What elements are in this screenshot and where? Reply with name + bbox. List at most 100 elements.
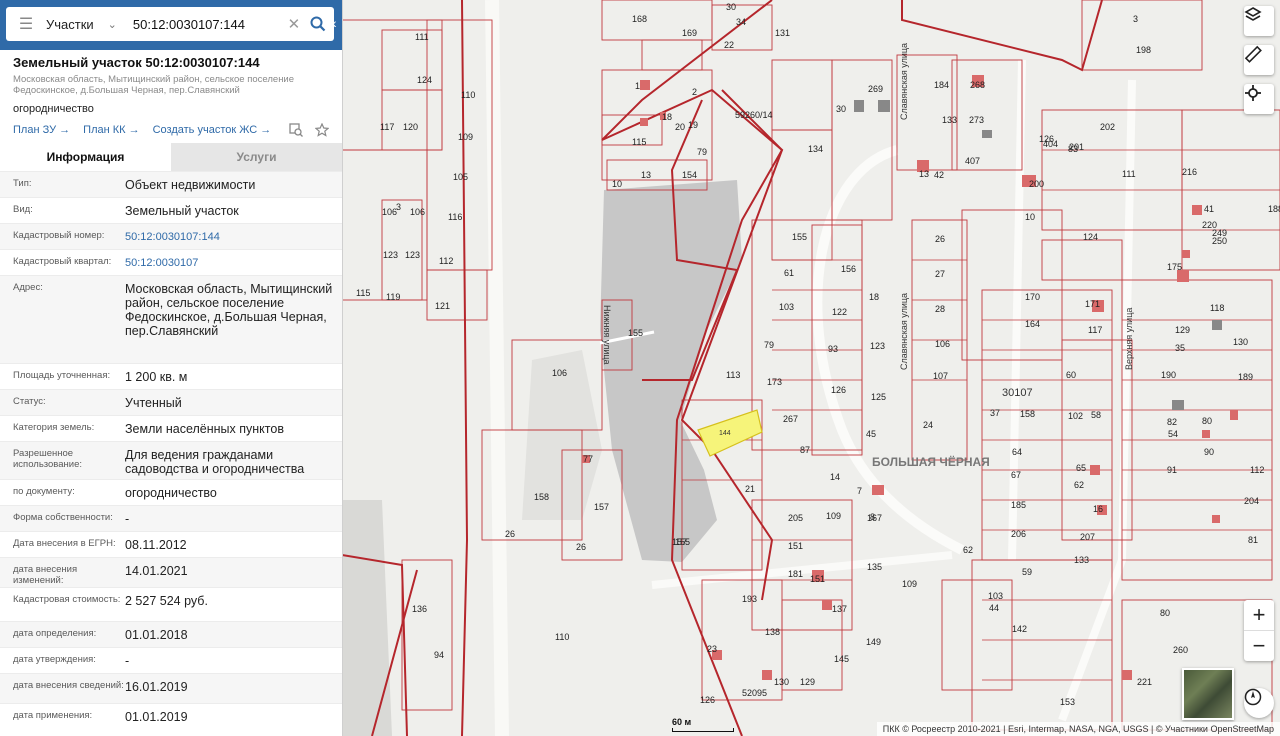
parcel-number-label: 59 (1022, 567, 1032, 577)
info-row-value: Московская область, Мытищинский район, с… (125, 282, 333, 338)
parcel-number-label: 135 (867, 562, 882, 572)
map-svg[interactable]: 168303413116922111124110117 1201091051161… (342, 0, 1280, 736)
favorite-star-icon[interactable] (315, 123, 329, 137)
create-parcel-link[interactable]: Создать участок ЖС → (153, 124, 272, 136)
search-input[interactable] (130, 15, 285, 33)
parcel-number-label: 109 (826, 511, 841, 521)
menu-icon[interactable]: ☰ (6, 7, 46, 41)
collapse-panel-icon[interactable]: ‹ (332, 15, 342, 31)
info-row: дата внесения сведений: 16.01.2019 (0, 673, 342, 703)
satellite-layer-thumbnail[interactable] (1182, 668, 1234, 720)
zoom-control: + − (1244, 600, 1274, 661)
info-row-value: 01.01.2018 (125, 628, 188, 642)
parcel-number-label: 201 (1069, 142, 1084, 152)
zoom-to-object-icon[interactable] (289, 123, 303, 137)
zoom-out-button[interactable]: − (1244, 631, 1274, 661)
plan-zu-link[interactable]: План ЗУ → (13, 124, 70, 136)
plan-kk-link[interactable]: План КК → (83, 124, 139, 136)
parcel-number-label: 173 (767, 377, 782, 387)
parcel-number-label: 198 (1136, 45, 1151, 55)
search-bar: ☰ Участки ⌄ ✕ ‹ (0, 0, 342, 50)
compass-button[interactable] (1244, 688, 1274, 718)
parcel-number-label: 35 (1175, 343, 1185, 353)
info-row-value: 14.01.2021 (125, 564, 188, 578)
parcel-number-label: 20 (675, 122, 685, 132)
parcel-number-label: 124 (1083, 232, 1098, 242)
info-row: дата внесения изменений: 14.01.2021 (0, 557, 342, 587)
clear-icon[interactable]: ✕ (285, 15, 303, 33)
search-button[interactable] (303, 16, 333, 32)
parcel-number-label: 79 (697, 147, 707, 157)
parcel-number-label: 116 (448, 212, 462, 222)
parcel-number-label: 117 (380, 122, 394, 132)
parcel-number-label: 115 (356, 288, 370, 298)
parcel-number-label: 260 (1173, 645, 1188, 655)
parcel-number-label: 61 (784, 268, 794, 278)
parcel-number-label: 110 (461, 90, 475, 100)
info-row-value: 08.11.2012 (125, 538, 187, 552)
parcel-number-label: 54 (1168, 429, 1178, 439)
parcel-number-label: 62 (963, 545, 973, 555)
info-row-link[interactable]: 50:12:0030107 (125, 256, 198, 275)
parcel-number-label: 109 (458, 132, 473, 142)
map-attribution: ПКК © Росреестр 2010-2021 | Esri, Interm… (876, 722, 1280, 736)
parcel-number-label: 80 (1202, 416, 1212, 426)
parcel-number-label: 129 (800, 677, 815, 687)
parcel-number-label: 65 (1076, 463, 1086, 473)
ruler-button[interactable] (1244, 45, 1274, 75)
search-icon (310, 16, 326, 32)
info-row: Статус: Учтенный (0, 389, 342, 415)
info-row-key: Кадастровый номер: (13, 230, 105, 241)
street-label: Славянская улица (899, 293, 909, 370)
parcel-number-label: 14 (830, 472, 840, 482)
info-table: Тип: Объект недвижимости Вид: Земельный уча… (0, 171, 342, 729)
parcel-number-label: 131 (775, 28, 790, 38)
parcel-number-label: 13 (919, 169, 929, 179)
street-label: Нижняя улица (602, 305, 612, 365)
parcel-number-label: 126 (700, 695, 715, 705)
info-row: дата применения: 01.01.2019 (0, 703, 342, 729)
parcel-number-label: 155 (675, 537, 690, 547)
info-row-key: Адрес: (13, 282, 43, 293)
crosshair-icon (1245, 85, 1261, 101)
parcel-number-label: 102 (1068, 411, 1083, 421)
parcel-number-label: 41 (1204, 204, 1214, 214)
zoom-in-button[interactable]: + (1244, 600, 1274, 631)
parcel-number-label: 151 (810, 574, 825, 584)
locate-button[interactable] (1244, 84, 1274, 114)
parcel-number-label: 193 (742, 594, 757, 604)
parcel-number-label: 190 (1161, 370, 1176, 380)
map-scale: 60 м (672, 717, 734, 732)
parcel-number-label: 58 (1091, 410, 1101, 420)
parcel-number-label: 136 (412, 604, 427, 614)
map-canvas[interactable]: 168 30 34 131 169 22 111 124 110 117 120 109 105 116 1… (342, 0, 1280, 736)
selected-parcel-label: 144 (719, 430, 731, 437)
parcel-number-label: 106 (410, 207, 425, 217)
parcel-number-label: 269 (868, 84, 883, 94)
parcel-number-label: 267 (783, 414, 798, 424)
info-row-link[interactable]: 50:12:0030107:144 (125, 230, 220, 249)
parcel-number-label: 109 (902, 579, 917, 589)
tab-services[interactable]: Услуги (171, 143, 342, 171)
parcel-number-label: 60 (1066, 370, 1076, 380)
parcel-number-label: 134 (808, 144, 823, 154)
info-row-key: дата применения: (13, 710, 93, 721)
scale-label: 60 м (672, 717, 692, 727)
search-category-select[interactable]: Участки ⌄ (46, 7, 123, 41)
tab-info[interactable]: Информация (0, 143, 171, 171)
parcel-number-label: 185 (1011, 500, 1026, 510)
object-usage: огородничество (13, 103, 94, 115)
parcel-number-label: 81 (1248, 535, 1258, 545)
parcel-number-label: 216 (1182, 167, 1197, 177)
parcel-number-label: 91 (1167, 465, 1177, 475)
parcel-number-label: 142 (1012, 624, 1027, 634)
parcel-number-label: 44 (989, 603, 999, 613)
parcel-number-label: 156 (841, 264, 856, 274)
parcel-number-label: 169 (682, 28, 697, 38)
parcel-number-label: 103 (779, 302, 794, 312)
parcel-number-label: 171 (1085, 299, 1100, 309)
parcel-number-label: 28 (935, 304, 945, 314)
parcel-number-label: 3 (1133, 14, 1138, 24)
layers-button[interactable] (1244, 6, 1274, 36)
parcel-number-label: 42 (934, 170, 944, 180)
